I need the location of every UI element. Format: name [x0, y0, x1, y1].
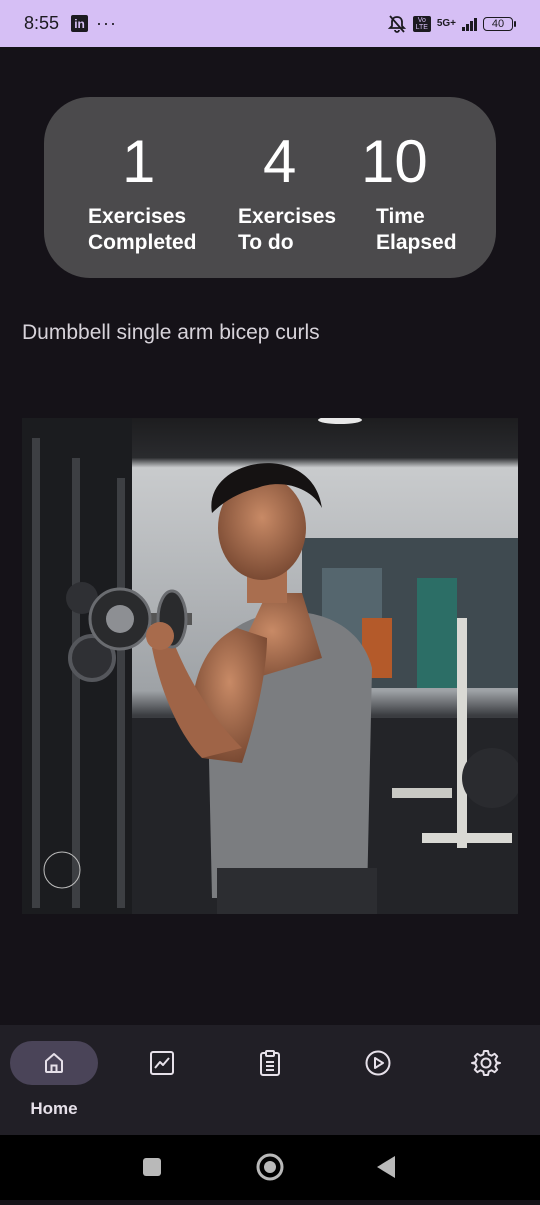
nav-home[interactable]: Home — [0, 1025, 108, 1135]
status-bar: 8:55 in ··· Vo LTE 5G+ 40 — [0, 0, 540, 47]
todo-count: 4 — [263, 128, 297, 195]
play-icon — [365, 1050, 391, 1076]
recents-icon[interactable] — [143, 1158, 161, 1176]
battery-icon: 40 — [483, 16, 516, 31]
home-icon — [45, 1053, 63, 1073]
nav-progress[interactable] — [108, 1025, 216, 1135]
back-icon[interactable] — [377, 1156, 395, 1178]
status-icons: Vo LTE 5G+ 40 — [387, 14, 516, 34]
completed-label: Exercises Completed — [88, 205, 197, 254]
clipboard-icon — [260, 1050, 280, 1076]
elapsed-time: 10 — [361, 128, 428, 195]
exercise-image — [22, 418, 518, 914]
workout-stats-card: 1 Exercises Completed 4 Exercises To do … — [44, 97, 496, 278]
todo-label: Exercises To do — [238, 205, 337, 254]
linkedin-icon: in — [71, 15, 89, 32]
nav-workout[interactable] — [324, 1025, 432, 1135]
elapsed-label: Time Elapsed — [376, 205, 457, 254]
exercise-title: Dumbbell single arm bicep curls — [22, 321, 320, 344]
bottom-navigation: Home — [0, 1025, 540, 1135]
battery-level: 40 — [491, 17, 505, 30]
more-notifications-icon: ··· — [96, 13, 118, 33]
nav-plan-pill[interactable] — [226, 1041, 314, 1085]
home-circle-icon[interactable] — [256, 1153, 284, 1181]
chart-icon — [150, 1051, 174, 1075]
signal-icon — [462, 17, 477, 31]
nav-settings[interactable] — [432, 1025, 540, 1135]
network-type: 5G+ — [436, 17, 456, 29]
nav-home-pill[interactable] — [10, 1041, 98, 1085]
dnd-bell-off-icon — [387, 14, 406, 33]
nav-settings-pill[interactable] — [442, 1041, 530, 1085]
system-navigation-bar — [0, 1135, 540, 1200]
nav-progress-pill[interactable] — [118, 1041, 206, 1085]
nav-workout-pill[interactable] — [334, 1041, 422, 1085]
completed-count: 1 — [122, 128, 156, 195]
nav-home-label: Home — [30, 1099, 78, 1118]
status-time: 8:55 — [24, 13, 60, 33]
nav-plan[interactable] — [216, 1025, 324, 1135]
volte-icon: Vo LTE — [412, 15, 431, 32]
exercise-illustration — [22, 418, 518, 914]
gear-icon — [471, 1050, 501, 1076]
